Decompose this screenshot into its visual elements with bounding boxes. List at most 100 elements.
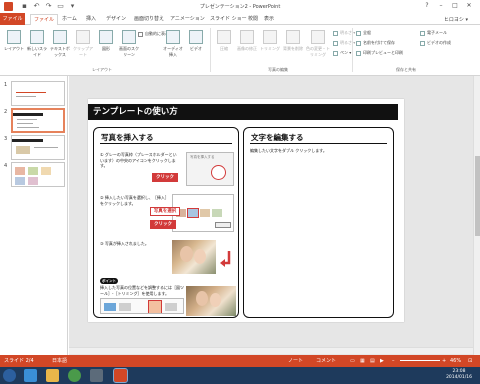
zoom-level[interactable]: 46% [450, 355, 461, 367]
placeholder-screenshot: 写真を挿入する [186, 152, 234, 186]
recolor-button[interactable]: 色の変更・トリミング [305, 28, 331, 62]
thumb-image-block [28, 177, 38, 185]
ribbon-tool-image [165, 303, 177, 311]
ribbon-tool-image [119, 303, 131, 311]
tab-file[interactable]: ファイル [0, 13, 25, 25]
recolor-icon [311, 30, 325, 44]
video-button[interactable]: ビデオ [185, 28, 207, 62]
taskbar: 23:08 2014/01/16 [0, 367, 480, 384]
pen-icon [333, 50, 338, 56]
new-slide-button[interactable]: 新しいスライド [26, 28, 48, 62]
panel-heading: 文字を編集する [251, 133, 304, 142]
app-icon[interactable] [90, 369, 103, 382]
thumb-accent-line [16, 92, 46, 93]
face-shape [194, 249, 206, 264]
screenshot-button[interactable]: 画面のスクリーン [118, 28, 140, 62]
slide-thumbnail-1[interactable] [11, 81, 65, 106]
scrollbar-thumb[interactable] [475, 156, 480, 236]
textbox-button[interactable]: テキストボックス [49, 28, 71, 62]
panel-divider [100, 143, 232, 144]
screenshot-icon [122, 30, 136, 44]
layout-button[interactable]: レイアウト [3, 28, 25, 62]
thumb-image-block [15, 177, 25, 185]
crop-tool-image [148, 300, 162, 313]
text-edit-panel[interactable]: 文字を編集する 編集したい文字をダブル クリックします。 [243, 127, 394, 318]
thumbnail-number: 2 [4, 109, 8, 115]
vertical-scrollbar[interactable] [473, 76, 480, 355]
maximize-button[interactable]: □ [448, 1, 462, 11]
thumb-text-line [16, 96, 36, 97]
panel-heading: 写真を挿入する [101, 133, 154, 142]
tab-animations[interactable]: アニメーション [170, 15, 205, 25]
face-shape [196, 291, 208, 306]
shapes-icon [99, 30, 113, 44]
tab-design[interactable]: デザイン [106, 15, 126, 25]
crop-icon [263, 30, 277, 44]
clipart-button[interactable]: クリップアート [72, 28, 94, 62]
comments-button[interactable]: コメント [316, 355, 336, 367]
shapes-button[interactable]: 図形 [95, 28, 117, 62]
audio-button[interactable]: オーディオ挿入 [162, 28, 184, 62]
zoom-in-icon[interactable]: + [442, 355, 446, 367]
slide-thumbnail-2[interactable] [11, 108, 65, 133]
photo-thumbnail-selected [187, 208, 199, 218]
email-button[interactable]: 電子メール [420, 29, 447, 37]
user-account[interactable]: ヒロヨシ ▾ [444, 16, 468, 23]
zoom-slider[interactable] [400, 360, 440, 361]
chrome-icon[interactable] [68, 369, 81, 382]
slide-title[interactable]: テンプレートの使い方 [88, 104, 398, 120]
ie-icon[interactable] [24, 369, 37, 382]
photo-thumbnail [212, 209, 222, 217]
tab-slideshow[interactable]: スライド ショー [210, 15, 247, 25]
face-shape [210, 293, 221, 307]
slideshow-view-icon[interactable]: ▶ [380, 355, 384, 367]
fit-slide-icon[interactable]: ⊡ [468, 355, 472, 367]
status-bar: スライド 2/4 日本語 ノート コメント ▭ ▦ ▤ ▶ – + 46% ⊡ [0, 355, 480, 367]
thumbnail-number: 1 [4, 82, 8, 88]
checkbox-icon [138, 31, 143, 37]
tab-view[interactable]: 表示 [264, 15, 274, 25]
tab-transitions[interactable]: 画面切り替え [134, 15, 164, 25]
photo-thumbnail [200, 209, 210, 217]
reading-view-icon[interactable]: ▤ [370, 355, 375, 367]
ribbon-tool-image [104, 303, 116, 311]
save-general-button[interactable]: 全般 [356, 29, 371, 37]
image-adjust-icon [240, 30, 254, 44]
language-indicator[interactable]: 日本語 [52, 355, 67, 367]
system-clock[interactable]: 23:08 2014/01/16 [446, 369, 472, 381]
tab-review[interactable]: 校閲 [248, 15, 258, 25]
image-adjust-button[interactable]: 画像の修正 [236, 28, 258, 62]
print-preview-button[interactable]: 印刷プレビューと印刷 [356, 49, 403, 57]
slide-thumbnail-3[interactable] [11, 135, 65, 160]
tab-insert[interactable]: 挿入 [86, 15, 96, 25]
slide-thumbnail-4[interactable] [11, 162, 65, 187]
folder-icon[interactable] [46, 369, 59, 382]
slide-canvas[interactable]: テンプレートの使い方 写真を挿入する ① グレーの写真枠（プレースホルダーといい… [88, 99, 404, 322]
group-label-photo-edit: 写真の編集 [268, 67, 288, 72]
tab-home[interactable]: ホーム [62, 15, 77, 25]
create-video-button[interactable]: ビデオの作成 [420, 39, 451, 47]
email-icon [420, 30, 425, 36]
help-icon[interactable]: ? [420, 1, 434, 11]
insert-button-image [215, 222, 231, 228]
compress-button[interactable]: 圧縮 [213, 28, 235, 62]
close-button[interactable]: ✕ [462, 1, 476, 11]
powerpoint-taskbar-icon[interactable] [113, 368, 128, 383]
save-as-button[interactable]: 名前を付けて保存 [356, 39, 395, 47]
photo-insert-panel[interactable]: 写真を挿入する ① グレーの写真枠（プレースホルダーといいます）の中央のアイコン… [93, 127, 239, 318]
zoom-out-icon[interactable]: – [392, 355, 395, 367]
minimize-button[interactable]: – [434, 1, 448, 11]
start-button[interactable] [3, 369, 16, 382]
ribbon-screenshot [100, 298, 184, 314]
notes-button[interactable]: ノート [288, 355, 303, 367]
crop-button[interactable]: トリミング [259, 28, 281, 62]
remove-background-button[interactable]: 背景を削除 [282, 28, 304, 62]
thumb-image-block [41, 167, 51, 175]
sorter-view-icon[interactable]: ▦ [360, 355, 365, 367]
thumb-text-line [17, 127, 39, 128]
normal-view-icon[interactable]: ▭ [350, 355, 355, 367]
horizontal-scrollbar[interactable] [69, 347, 473, 354]
point-badge: ポイント [100, 278, 118, 284]
pen-dropdown[interactable]: ペン ▾ [333, 49, 351, 57]
group-separator [352, 28, 353, 72]
